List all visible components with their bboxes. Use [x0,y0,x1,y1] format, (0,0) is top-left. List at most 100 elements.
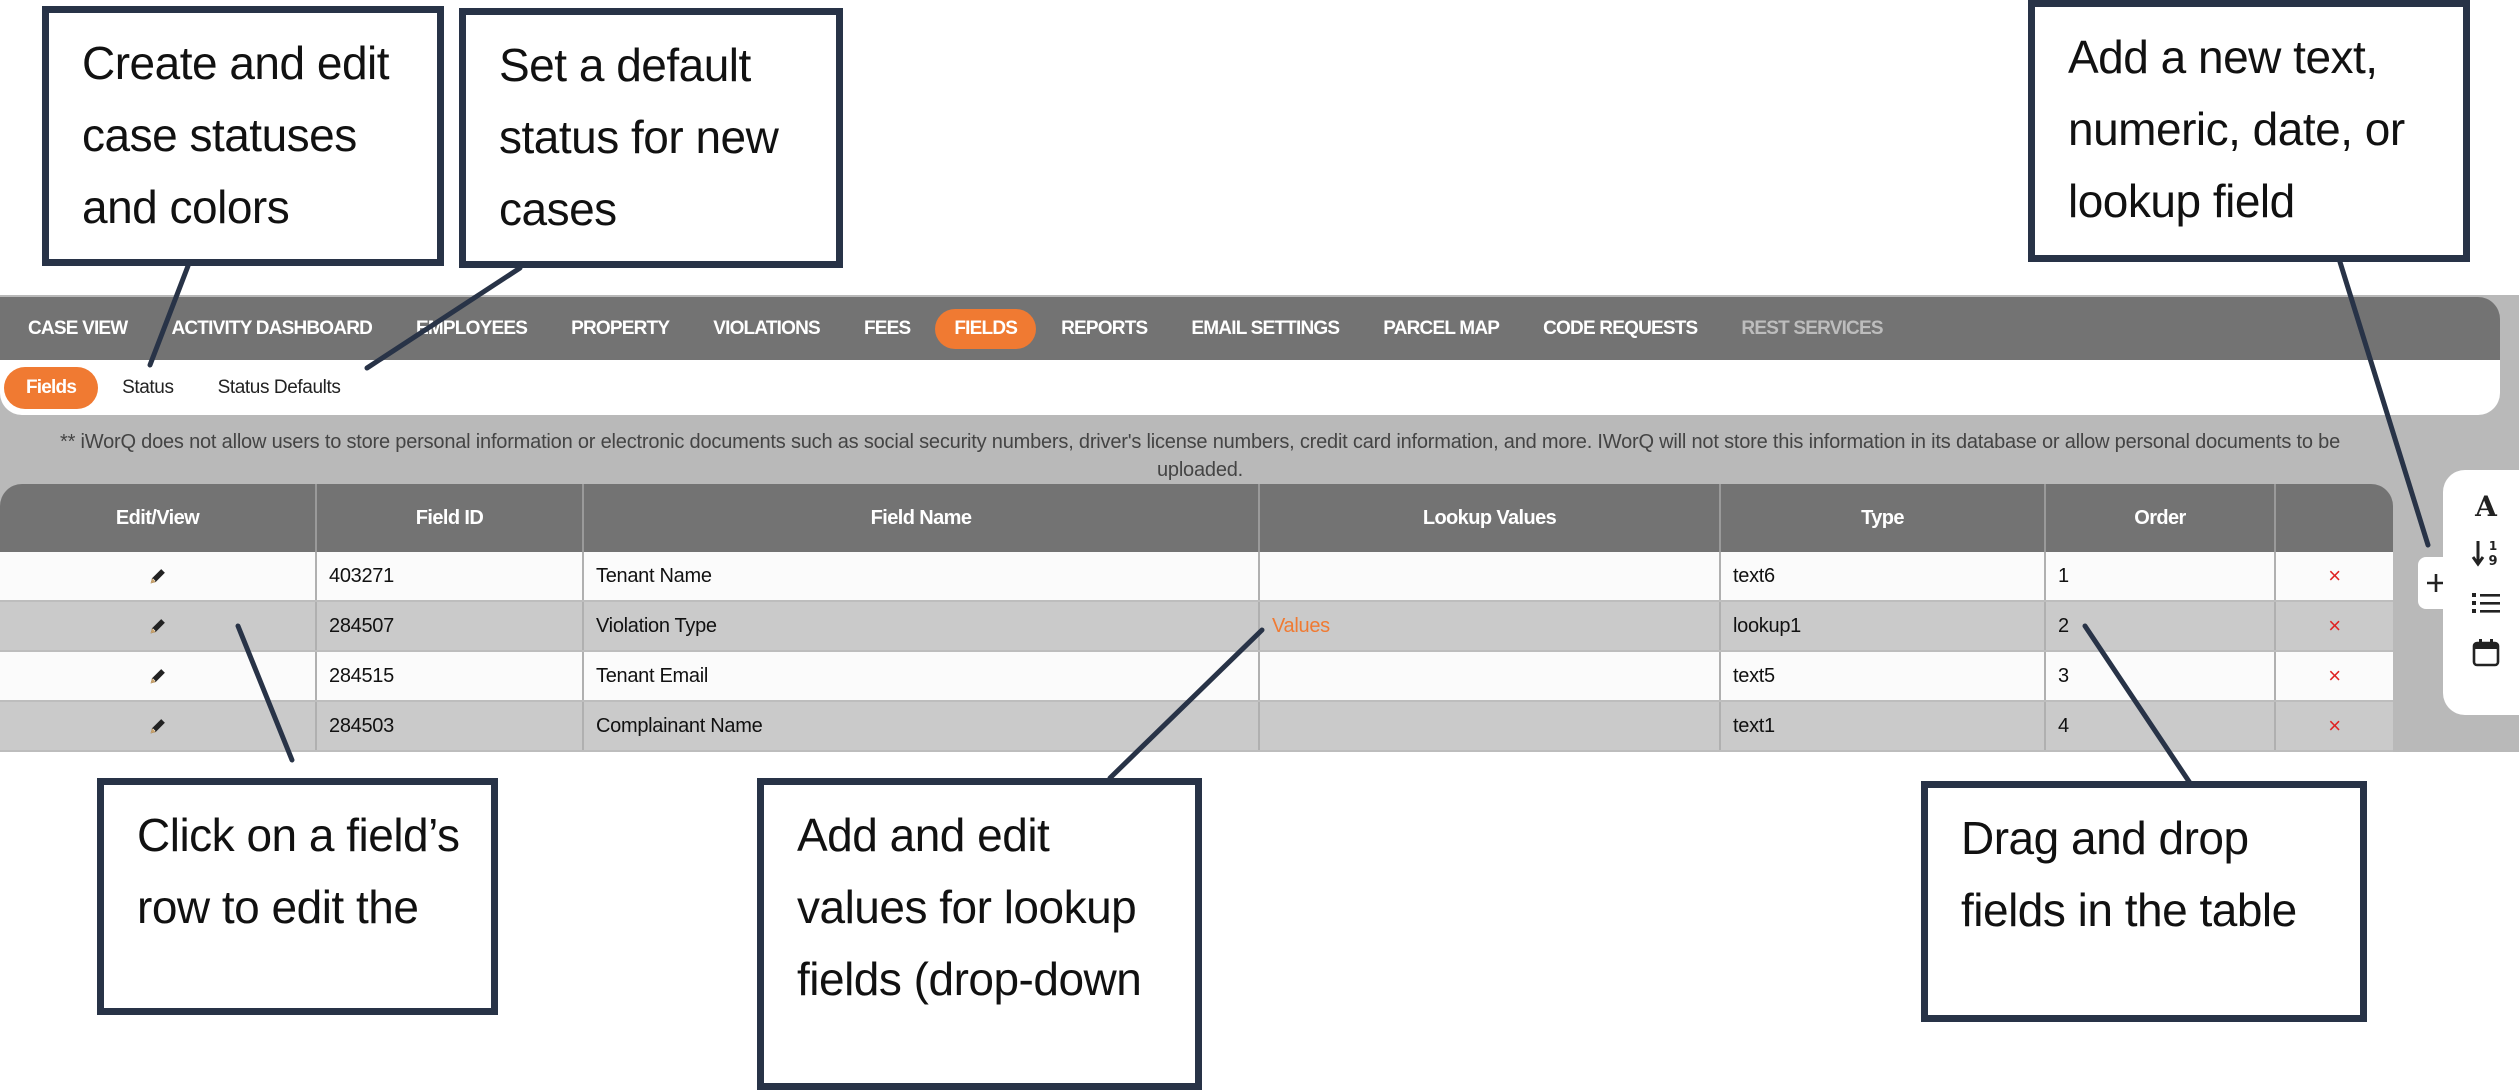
callout-line: Drag and drop [1961,812,2249,864]
callout-status-defaults: Set a default status for new cases [459,8,843,268]
nav-property[interactable]: PROPERTY [552,309,688,349]
subtab-status[interactable]: Status [102,367,193,409]
type-cell: text5 [1720,651,2046,702]
table-row[interactable]: 284503 Complainant Name text1 4 × [0,701,2393,752]
nav-activity-dashboard[interactable]: ACTIVITY DASHBOARD [152,309,391,349]
text-field-icon: A [2474,490,2498,523]
lookup-values-link[interactable]: Values [1272,615,1330,637]
delete-cell: × [2275,552,2393,602]
callout-line: case statuses [82,109,357,161]
callout-line: lookup field [2068,175,2295,227]
privacy-notice: ** iWorQ does not allow users to store p… [59,431,2341,481]
type-cell: lookup1 [1720,601,2046,652]
lookup-values-cell [1259,552,1721,602]
delete-cell: × [2275,701,2393,752]
svg-text:9: 9 [2488,554,2497,569]
delete-icon[interactable]: × [2328,713,2341,738]
table-header-row: Edit/View Field ID Field Name Lookup Val… [0,484,2393,552]
col-header-field-name[interactable]: Field Name [583,484,1260,552]
field-id-cell: 284503 [316,701,584,752]
callout-line: numeric, date, or [2068,103,2405,155]
field-id-cell: 284507 [316,601,584,652]
add-field-menu: A 1 9 [2443,470,2519,715]
callout-line: Create and edit [82,37,390,89]
edit-cell [0,601,317,652]
add-lookup-field-option[interactable] [2470,587,2502,619]
lookup-values-cell [1259,701,1721,752]
type-cell: text1 [1720,701,2046,752]
col-header-field-id[interactable]: Field ID [316,484,584,552]
order-cell[interactable]: 3 [2045,651,2276,702]
callout-line: fields (drop-down [797,953,1142,1005]
order-cell[interactable]: 1 [2045,552,2276,602]
lookup-values-cell: Values [1259,601,1721,652]
pencil-icon[interactable] [147,715,169,737]
callout-line: row to edit the [137,881,419,933]
field-name-cell: Tenant Email [583,651,1260,702]
nav-violations[interactable]: VIOLATIONS [694,309,839,349]
pencil-icon[interactable] [147,615,169,637]
fields-table: Edit/View Field ID Field Name Lookup Val… [0,484,2393,752]
col-header-edit-view: Edit/View [0,484,317,552]
nav-reports[interactable]: REPORTS [1042,309,1166,349]
nav-parcel-map[interactable]: PARCEL MAP [1364,309,1518,349]
col-header-type[interactable]: Type [1720,484,2046,552]
callout-line: Add a new text, [2068,31,2378,83]
field-name-cell: Violation Type [583,601,1260,652]
callout-line: Add and edit [797,809,1050,861]
col-header-lookup-values: Lookup Values [1259,484,1721,552]
callout-line: Click on a field’s [137,809,460,861]
numeric-field-icon: 1 9 [2471,539,2498,569]
sub-nav: Fields Status Status Defaults [0,360,2500,415]
field-name-cell: Tenant Name [583,552,1260,602]
nav-employees[interactable]: EMPLOYEES [397,309,546,349]
pencil-icon[interactable] [147,565,169,587]
nav-case-view[interactable]: CASE VIEW [9,309,146,349]
nav-fields[interactable]: FIELDS [935,308,1037,349]
order-cell[interactable]: 4 [2045,701,2276,752]
table-row[interactable]: 284507 Violation Type Values lookup1 2 × [0,601,2393,652]
order-cell[interactable]: 2 [2045,601,2276,652]
delete-cell: × [2275,601,2393,652]
callout-line: values for lookup [797,881,1137,933]
list-icon [2472,593,2500,613]
edit-cell [0,651,317,702]
svg-text:A: A [2474,490,2498,521]
subtab-fields[interactable]: Fields [4,366,99,409]
calendar-icon [2472,639,2500,667]
callout-lookup-values: Add and edit values for lookup fields (d… [757,778,1202,1090]
callout-status: Create and edit case statuses and colors [42,6,444,266]
field-id-cell: 403271 [316,552,584,602]
callout-line: status for new [499,111,779,163]
nav-rest-services[interactable]: REST SERVICES [1722,309,1901,349]
callout-drag-drop: Drag and drop fields in the table [1921,781,2367,1022]
nav-code-requests[interactable]: CODE REQUESTS [1524,309,1716,349]
pencil-icon[interactable] [147,665,169,687]
field-name-cell: Complainant Name [583,701,1260,752]
main-nav: CASE VIEW ACTIVITY DASHBOARD EMPLOYEES P… [0,297,2500,360]
nav-fees[interactable]: FEES [845,309,929,349]
callout-line: and colors [82,181,290,233]
col-header-delete [2275,484,2393,552]
field-id-cell: 284515 [316,651,584,702]
callout-add-field: Add a new text, numeric, date, or lookup… [2028,0,2470,262]
add-text-field-option[interactable]: A [2470,489,2502,523]
callout-edit-row: Click on a field’s row to edit the [97,778,498,1015]
nav-email-settings[interactable]: EMAIL SETTINGS [1172,309,1358,349]
delete-icon[interactable]: × [2328,663,2341,688]
table-row[interactable]: 403271 Tenant Name text6 1 × [0,552,2393,602]
callout-line: Set a default [499,39,751,91]
edit-cell [0,552,317,602]
type-cell: text6 [1720,552,2046,602]
add-date-field-option[interactable] [2470,637,2502,669]
subtab-status-defaults[interactable]: Status Defaults [198,367,361,409]
callout-line: fields in the table [1961,884,2297,936]
table-row[interactable]: 284515 Tenant Email text5 3 × [0,651,2393,702]
callout-line: cases [499,183,617,235]
add-numeric-field-option[interactable]: 1 9 [2470,537,2502,569]
edit-cell [0,701,317,752]
delete-icon[interactable]: × [2328,613,2341,638]
delete-icon[interactable]: × [2328,563,2341,588]
col-header-order[interactable]: Order [2045,484,2276,552]
lookup-values-cell [1259,651,1721,702]
